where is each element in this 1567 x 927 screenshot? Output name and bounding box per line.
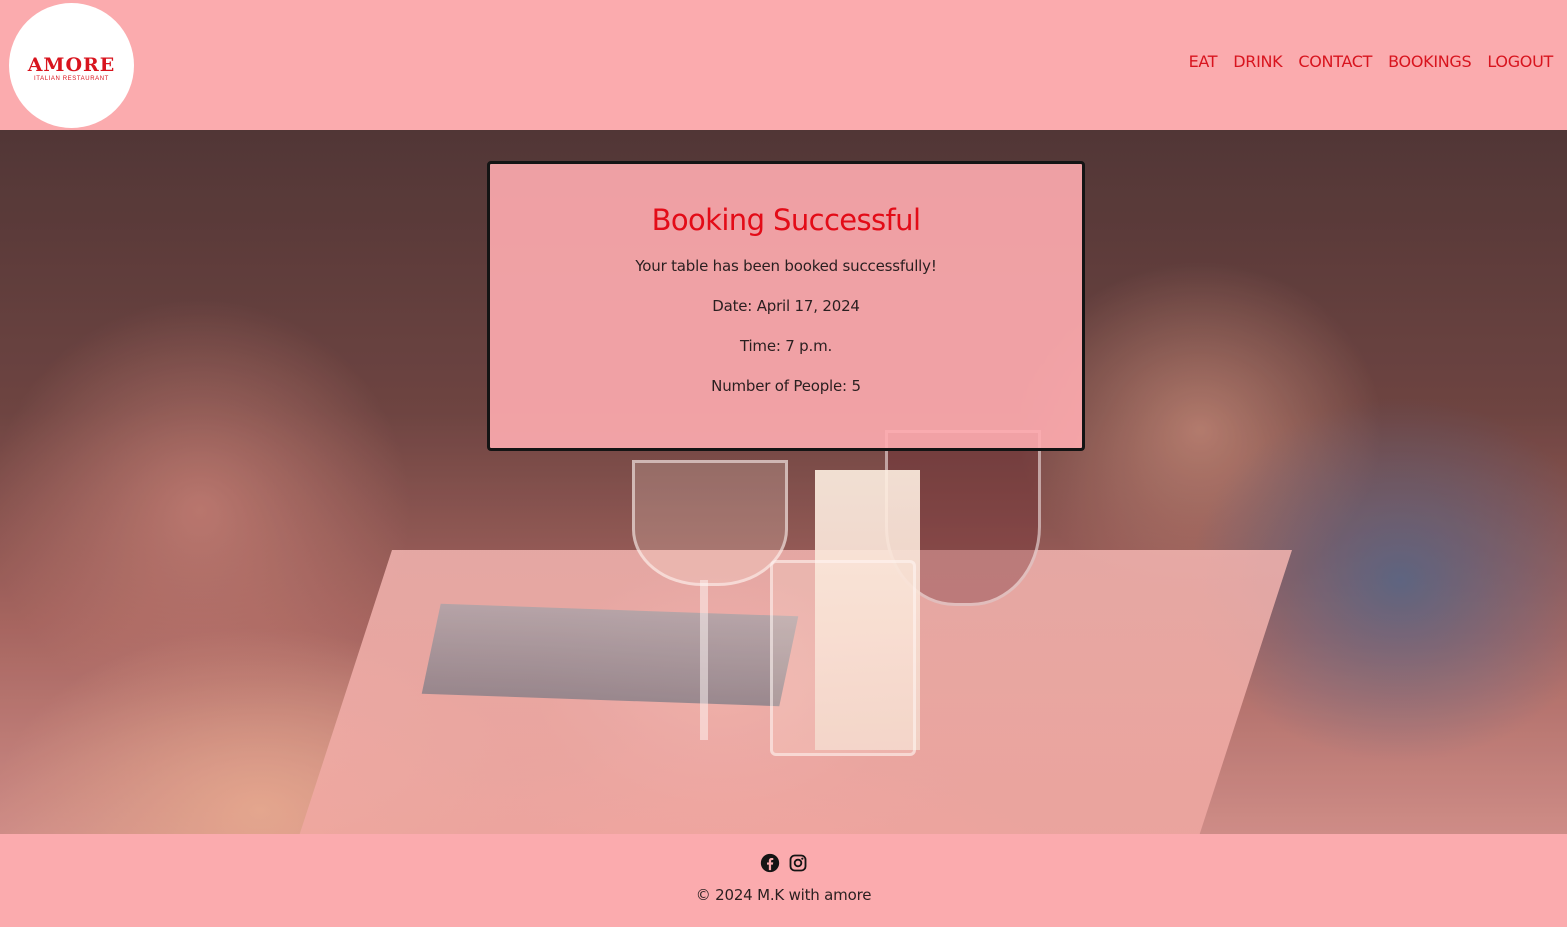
- booking-title: Booking Successful: [651, 203, 921, 237]
- booking-date: Date: April 17, 2024: [712, 297, 860, 315]
- main-nav: EAT DRINK CONTACT BOOKINGS LOGOUT: [1189, 52, 1554, 71]
- nav-item-logout[interactable]: LOGOUT: [1487, 52, 1553, 71]
- logo-tagline: ITALIAN RESTAURANT: [34, 76, 109, 82]
- nav-item-bookings[interactable]: BOOKINGS: [1388, 52, 1472, 71]
- copyright-text: © 2024 M.K with amore: [695, 886, 872, 904]
- booking-success-card: Booking Successful Your table has been b…: [487, 161, 1085, 451]
- social-links: [0, 853, 1567, 873]
- nav-item-drink[interactable]: DRINK: [1233, 52, 1282, 71]
- site-header: AMORE ITALIAN RESTAURANT EAT DRINK CONTA…: [0, 0, 1567, 130]
- nav-item-contact[interactable]: CONTACT: [1298, 52, 1372, 71]
- facebook-icon[interactable]: [760, 853, 780, 873]
- instagram-icon[interactable]: [788, 853, 808, 873]
- booking-message: Your table has been booked successfully!: [635, 257, 937, 275]
- site-footer: © 2024 M.K with amore: [0, 834, 1567, 927]
- booking-people: Number of People: 5: [711, 377, 861, 395]
- nav-item-eat[interactable]: EAT: [1189, 52, 1218, 71]
- booking-time: Time: 7 p.m.: [739, 337, 833, 355]
- logo-wordmark: AMORE: [27, 54, 116, 76]
- logo[interactable]: AMORE ITALIAN RESTAURANT: [9, 3, 134, 128]
